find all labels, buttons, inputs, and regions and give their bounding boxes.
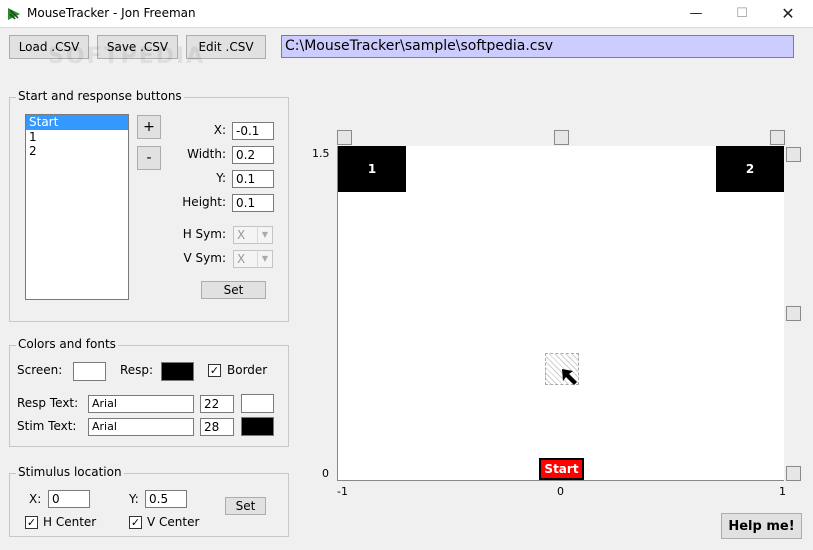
stim-text-label: Stim Text: <box>17 419 77 433</box>
hsym-value: X <box>237 228 246 242</box>
width-input[interactable]: 0.2 <box>232 146 274 164</box>
hcenter-label: H Center <box>43 515 97 529</box>
y-axis-bottom-label: 0 <box>322 467 329 480</box>
button-list[interactable]: Start 1 2 <box>25 114 129 300</box>
vsym-label: V Sym: <box>183 251 226 265</box>
vcenter-checkbox[interactable]: ✓ <box>129 516 142 529</box>
width-label: Width: <box>187 147 226 161</box>
vsym-value: X <box>237 252 246 266</box>
vsym-select[interactable]: X ▼ <box>233 250 273 268</box>
stimulus-group-title: Stimulus location <box>16 465 124 479</box>
hsym-label: H Sym: <box>182 227 226 241</box>
list-item-start[interactable]: Start <box>26 115 128 130</box>
y-axis-top-label: 1.5 <box>312 147 330 160</box>
y-input[interactable]: 0.1 <box>232 170 274 188</box>
close-button[interactable]: ✕ <box>765 0 811 28</box>
height-label: Height: <box>182 195 226 209</box>
top-center-handle[interactable] <box>554 130 569 145</box>
stim-x-label: X: <box>29 492 42 506</box>
x-input[interactable]: -0.1 <box>232 122 274 140</box>
buttons-group-title: Start and response buttons <box>16 89 184 103</box>
resp-label: Resp: <box>120 363 154 377</box>
resp-size-input[interactable]: 22 <box>200 395 234 413</box>
chevron-down-icon: ▼ <box>257 251 272 267</box>
height-input[interactable]: 0.1 <box>232 194 274 212</box>
response-button-2[interactable]: 2 <box>716 146 784 192</box>
remove-button[interactable]: - <box>137 146 161 170</box>
response-button-1[interactable]: 1 <box>338 146 406 192</box>
y-label: Y: <box>216 171 226 185</box>
hsym-select[interactable]: X ▼ <box>233 226 273 244</box>
title-bar: MouseTracker - Jon Freeman — ☐ ✕ <box>0 0 813 28</box>
set-button-props[interactable]: Set <box>201 281 266 299</box>
start-button[interactable]: Start <box>539 458 584 480</box>
stim-size-input[interactable]: 28 <box>200 418 234 436</box>
hcenter-checkbox[interactable]: ✓ <box>25 516 38 529</box>
stim-y-input[interactable]: 0.5 <box>145 490 187 508</box>
file-path-field: C:\MouseTracker\sample\softpedia.csv <box>281 35 794 58</box>
x-axis-mid-label: 0 <box>557 485 564 498</box>
stim-font-input[interactable]: Arial <box>88 418 194 436</box>
x-label: X: <box>213 123 226 137</box>
colors-group-title: Colors and fonts <box>16 337 118 351</box>
maximize-button[interactable]: ☐ <box>719 0 765 28</box>
edit-csv-button[interactable]: Edit .CSV <box>186 35 266 59</box>
help-button[interactable]: Help me! <box>721 513 802 539</box>
window-title: MouseTracker - Jon Freeman <box>27 6 196 20</box>
top-right-handle[interactable] <box>770 130 785 145</box>
arrow-cursor-icon <box>562 369 577 385</box>
right-top-handle[interactable] <box>786 147 801 162</box>
list-item-1[interactable]: 1 <box>26 130 128 144</box>
set-stim-button[interactable]: Set <box>225 497 266 515</box>
screen-label: Screen: <box>17 363 63 377</box>
chevron-down-icon: ▼ <box>257 227 272 243</box>
stim-x-input[interactable]: 0 <box>48 490 90 508</box>
resp-color-swatch[interactable] <box>161 362 194 381</box>
stim-y-label: Y: <box>129 492 139 506</box>
load-csv-button[interactable]: Load .CSV <box>9 35 89 59</box>
x-axis-right-label: 1 <box>779 485 786 498</box>
border-label: Border <box>227 363 268 377</box>
resp-text-label: Resp Text: <box>17 396 79 410</box>
preview-canvas[interactable]: 1 2 Start <box>337 146 784 481</box>
minimize-button[interactable]: — <box>673 0 719 28</box>
right-middle-handle[interactable] <box>786 306 801 321</box>
vcenter-label: V Center <box>147 515 200 529</box>
save-csv-button[interactable]: Save .CSV <box>97 35 178 59</box>
resp-text-color-swatch[interactable] <box>241 394 274 413</box>
screen-color-swatch[interactable] <box>73 362 106 381</box>
right-bottom-handle[interactable] <box>786 466 801 481</box>
border-checkbox[interactable]: ✓ <box>208 364 221 377</box>
add-button[interactable]: + <box>137 115 161 139</box>
mouse-app-icon <box>8 8 20 20</box>
top-left-handle[interactable] <box>337 130 352 145</box>
stim-text-color-swatch[interactable] <box>241 417 274 436</box>
list-item-2[interactable]: 2 <box>26 144 128 158</box>
resp-font-input[interactable]: Arial <box>88 395 194 413</box>
x-axis-left-label: -1 <box>337 485 348 498</box>
